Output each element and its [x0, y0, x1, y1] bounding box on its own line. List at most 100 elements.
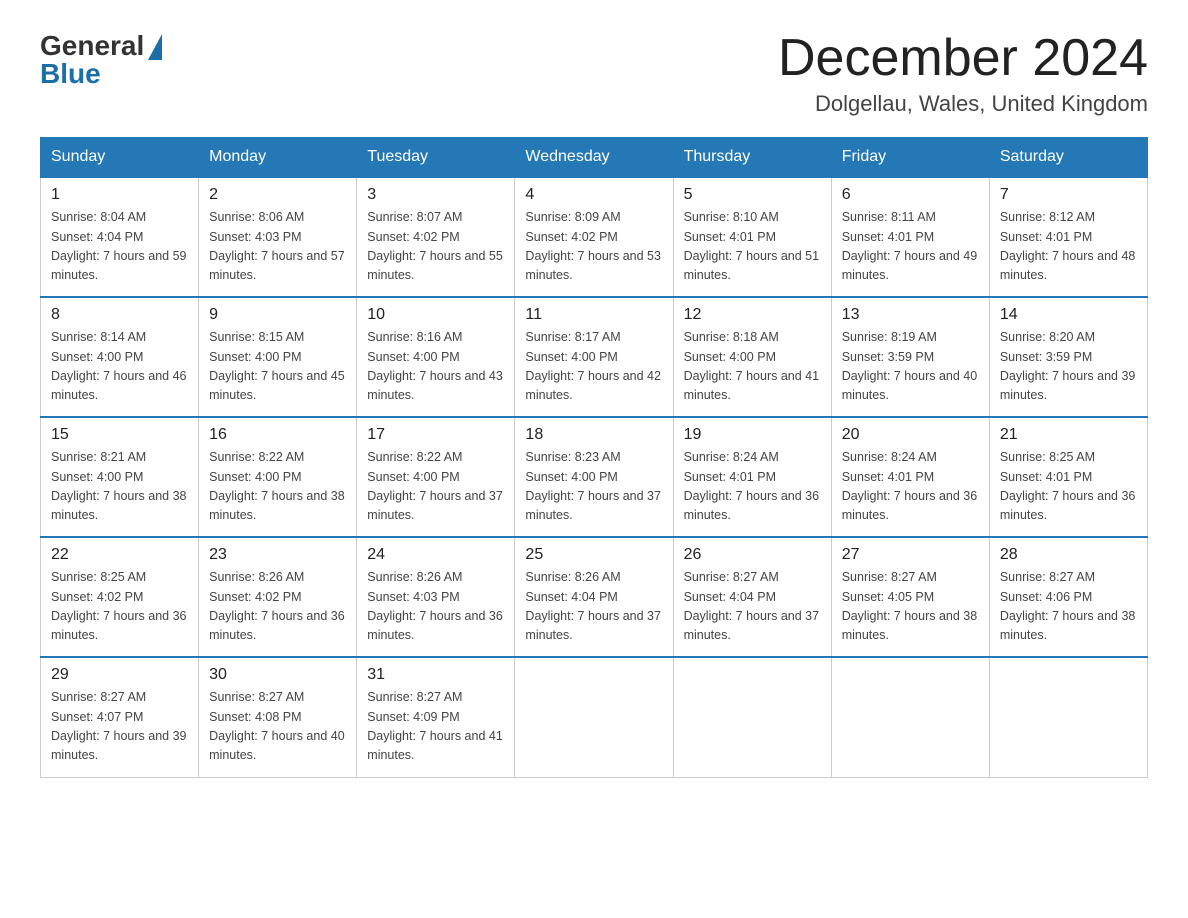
- day-info: Sunrise: 8:21 AMSunset: 4:00 PMDaylight:…: [51, 448, 188, 526]
- day-number: 9: [209, 306, 346, 324]
- calendar-cell: 21 Sunrise: 8:25 AMSunset: 4:01 PMDayligh…: [989, 417, 1147, 537]
- day-number: 25: [525, 546, 662, 564]
- logo-triangle-icon: [148, 34, 162, 60]
- day-info: Sunrise: 8:12 AMSunset: 4:01 PMDaylight:…: [1000, 208, 1137, 286]
- day-info: Sunrise: 8:27 AMSunset: 4:06 PMDaylight:…: [1000, 568, 1137, 646]
- day-number: 20: [842, 426, 979, 444]
- calendar-cell: [515, 657, 673, 777]
- day-info: Sunrise: 8:17 AMSunset: 4:00 PMDaylight:…: [525, 328, 662, 406]
- calendar-cell: 7 Sunrise: 8:12 AMSunset: 4:01 PMDaylight…: [989, 177, 1147, 297]
- day-number: 10: [367, 306, 504, 324]
- day-info: Sunrise: 8:04 AMSunset: 4:04 PMDaylight:…: [51, 208, 188, 286]
- calendar-cell: 2Sunrise: 8:06 AMSunset: 4:03 PMDaylight…: [199, 177, 357, 297]
- day-number: 16: [209, 426, 346, 444]
- calendar-cell: 9 Sunrise: 8:15 AMSunset: 4:00 PMDaylight…: [199, 297, 357, 417]
- calendar-cell: 25 Sunrise: 8:26 AMSunset: 4:04 PMDayligh…: [515, 537, 673, 657]
- calendar-cell: 17 Sunrise: 8:22 AMSunset: 4:00 PMDayligh…: [357, 417, 515, 537]
- day-info: Sunrise: 8:16 AMSunset: 4:00 PMDaylight:…: [367, 328, 504, 406]
- header-thursday: Thursday: [673, 138, 831, 178]
- day-info: Sunrise: 8:27 AMSunset: 4:09 PMDaylight:…: [367, 688, 504, 766]
- calendar-cell: 20 Sunrise: 8:24 AMSunset: 4:01 PMDayligh…: [831, 417, 989, 537]
- day-number: 28: [1000, 546, 1137, 564]
- calendar-table: SundayMondayTuesdayWednesdayThursdayFrid…: [40, 137, 1148, 778]
- day-info: Sunrise: 8:26 AMSunset: 4:04 PMDaylight:…: [525, 568, 662, 646]
- week-row-4: 22 Sunrise: 8:25 AMSunset: 4:02 PMDayligh…: [41, 537, 1148, 657]
- day-info: Sunrise: 8:22 AMSunset: 4:00 PMDaylight:…: [367, 448, 504, 526]
- day-info: Sunrise: 8:24 AMSunset: 4:01 PMDaylight:…: [842, 448, 979, 526]
- day-info: Sunrise: 8:20 AMSunset: 3:59 PMDaylight:…: [1000, 328, 1137, 406]
- calendar-cell: 1 Sunrise: 8:04 AMSunset: 4:04 PMDaylight…: [41, 177, 199, 297]
- header-friday: Friday: [831, 138, 989, 178]
- month-title: December 2024: [778, 30, 1148, 87]
- calendar-header-row: SundayMondayTuesdayWednesdayThursdayFrid…: [41, 138, 1148, 178]
- day-info: Sunrise: 8:27 AMSunset: 4:04 PMDaylight:…: [684, 568, 821, 646]
- day-info: Sunrise: 8:23 AMSunset: 4:00 PMDaylight:…: [525, 448, 662, 526]
- header-tuesday: Tuesday: [357, 138, 515, 178]
- day-number: 3: [367, 186, 504, 204]
- week-row-5: 29 Sunrise: 8:27 AMSunset: 4:07 PMDayligh…: [41, 657, 1148, 777]
- day-number: 24: [367, 546, 504, 564]
- calendar-cell: 31 Sunrise: 8:27 AMSunset: 4:09 PMDayligh…: [357, 657, 515, 777]
- day-number: 31: [367, 666, 504, 684]
- calendar-cell: [673, 657, 831, 777]
- day-info: Sunrise: 8:06 AMSunset: 4:03 PMDaylight:…: [209, 208, 346, 286]
- day-number: 22: [51, 546, 188, 564]
- day-info: Sunrise: 8:24 AMSunset: 4:01 PMDaylight:…: [684, 448, 821, 526]
- day-info: Sunrise: 8:11 AMSunset: 4:01 PMDaylight:…: [842, 208, 979, 286]
- calendar-cell: 13Sunrise: 8:19 AMSunset: 3:59 PMDayligh…: [831, 297, 989, 417]
- day-info: Sunrise: 8:15 AMSunset: 4:00 PMDaylight:…: [209, 328, 346, 406]
- header-saturday: Saturday: [989, 138, 1147, 178]
- calendar-cell: 6 Sunrise: 8:11 AMSunset: 4:01 PMDaylight…: [831, 177, 989, 297]
- day-number: 6: [842, 186, 979, 204]
- calendar-cell: 3 Sunrise: 8:07 AMSunset: 4:02 PMDaylight…: [357, 177, 515, 297]
- logo: General Blue: [40, 30, 162, 90]
- day-number: 18: [525, 426, 662, 444]
- header-wednesday: Wednesday: [515, 138, 673, 178]
- calendar-cell: 16 Sunrise: 8:22 AMSunset: 4:00 PMDayligh…: [199, 417, 357, 537]
- calendar-cell: 18 Sunrise: 8:23 AMSunset: 4:00 PMDayligh…: [515, 417, 673, 537]
- calendar-cell: [831, 657, 989, 777]
- day-number: 11: [525, 306, 662, 324]
- day-number: 26: [684, 546, 821, 564]
- location-title: Dolgellau, Wales, United Kingdom: [778, 91, 1148, 117]
- day-number: 30: [209, 666, 346, 684]
- day-number: 7: [1000, 186, 1137, 204]
- calendar-cell: 23Sunrise: 8:26 AMSunset: 4:02 PMDayligh…: [199, 537, 357, 657]
- day-number: 29: [51, 666, 188, 684]
- calendar-cell: 8Sunrise: 8:14 AMSunset: 4:00 PMDaylight…: [41, 297, 199, 417]
- week-row-1: 1 Sunrise: 8:04 AMSunset: 4:04 PMDaylight…: [41, 177, 1148, 297]
- calendar-cell: 30 Sunrise: 8:27 AMSunset: 4:08 PMDayligh…: [199, 657, 357, 777]
- calendar-cell: [989, 657, 1147, 777]
- day-number: 1: [51, 186, 188, 204]
- calendar-cell: 24Sunrise: 8:26 AMSunset: 4:03 PMDayligh…: [357, 537, 515, 657]
- calendar-cell: 19 Sunrise: 8:24 AMSunset: 4:01 PMDayligh…: [673, 417, 831, 537]
- header-monday: Monday: [199, 138, 357, 178]
- calendar-cell: 14 Sunrise: 8:20 AMSunset: 3:59 PMDayligh…: [989, 297, 1147, 417]
- day-info: Sunrise: 8:22 AMSunset: 4:00 PMDaylight:…: [209, 448, 346, 526]
- day-info: Sunrise: 8:19 AMSunset: 3:59 PMDaylight:…: [842, 328, 979, 406]
- day-info: Sunrise: 8:25 AMSunset: 4:02 PMDaylight:…: [51, 568, 188, 646]
- calendar-cell: 22 Sunrise: 8:25 AMSunset: 4:02 PMDayligh…: [41, 537, 199, 657]
- day-number: 27: [842, 546, 979, 564]
- day-info: Sunrise: 8:25 AMSunset: 4:01 PMDaylight:…: [1000, 448, 1137, 526]
- calendar-cell: 28 Sunrise: 8:27 AMSunset: 4:06 PMDayligh…: [989, 537, 1147, 657]
- day-info: Sunrise: 8:27 AMSunset: 4:08 PMDaylight:…: [209, 688, 346, 766]
- day-info: Sunrise: 8:10 AMSunset: 4:01 PMDaylight:…: [684, 208, 821, 286]
- calendar-cell: 26 Sunrise: 8:27 AMSunset: 4:04 PMDayligh…: [673, 537, 831, 657]
- day-info: Sunrise: 8:27 AMSunset: 4:07 PMDaylight:…: [51, 688, 188, 766]
- day-number: 15: [51, 426, 188, 444]
- week-row-2: 8Sunrise: 8:14 AMSunset: 4:00 PMDaylight…: [41, 297, 1148, 417]
- day-number: 21: [1000, 426, 1137, 444]
- calendar-cell: 5Sunrise: 8:10 AMSunset: 4:01 PMDaylight…: [673, 177, 831, 297]
- day-number: 12: [684, 306, 821, 324]
- day-number: 17: [367, 426, 504, 444]
- calendar-cell: 4Sunrise: 8:09 AMSunset: 4:02 PMDaylight…: [515, 177, 673, 297]
- day-info: Sunrise: 8:07 AMSunset: 4:02 PMDaylight:…: [367, 208, 504, 286]
- header-sunday: Sunday: [41, 138, 199, 178]
- day-number: 14: [1000, 306, 1137, 324]
- title-area: December 2024 Dolgellau, Wales, United K…: [778, 30, 1148, 117]
- calendar-cell: 29 Sunrise: 8:27 AMSunset: 4:07 PMDayligh…: [41, 657, 199, 777]
- day-info: Sunrise: 8:27 AMSunset: 4:05 PMDaylight:…: [842, 568, 979, 646]
- day-number: 19: [684, 426, 821, 444]
- calendar-cell: 11 Sunrise: 8:17 AMSunset: 4:00 PMDayligh…: [515, 297, 673, 417]
